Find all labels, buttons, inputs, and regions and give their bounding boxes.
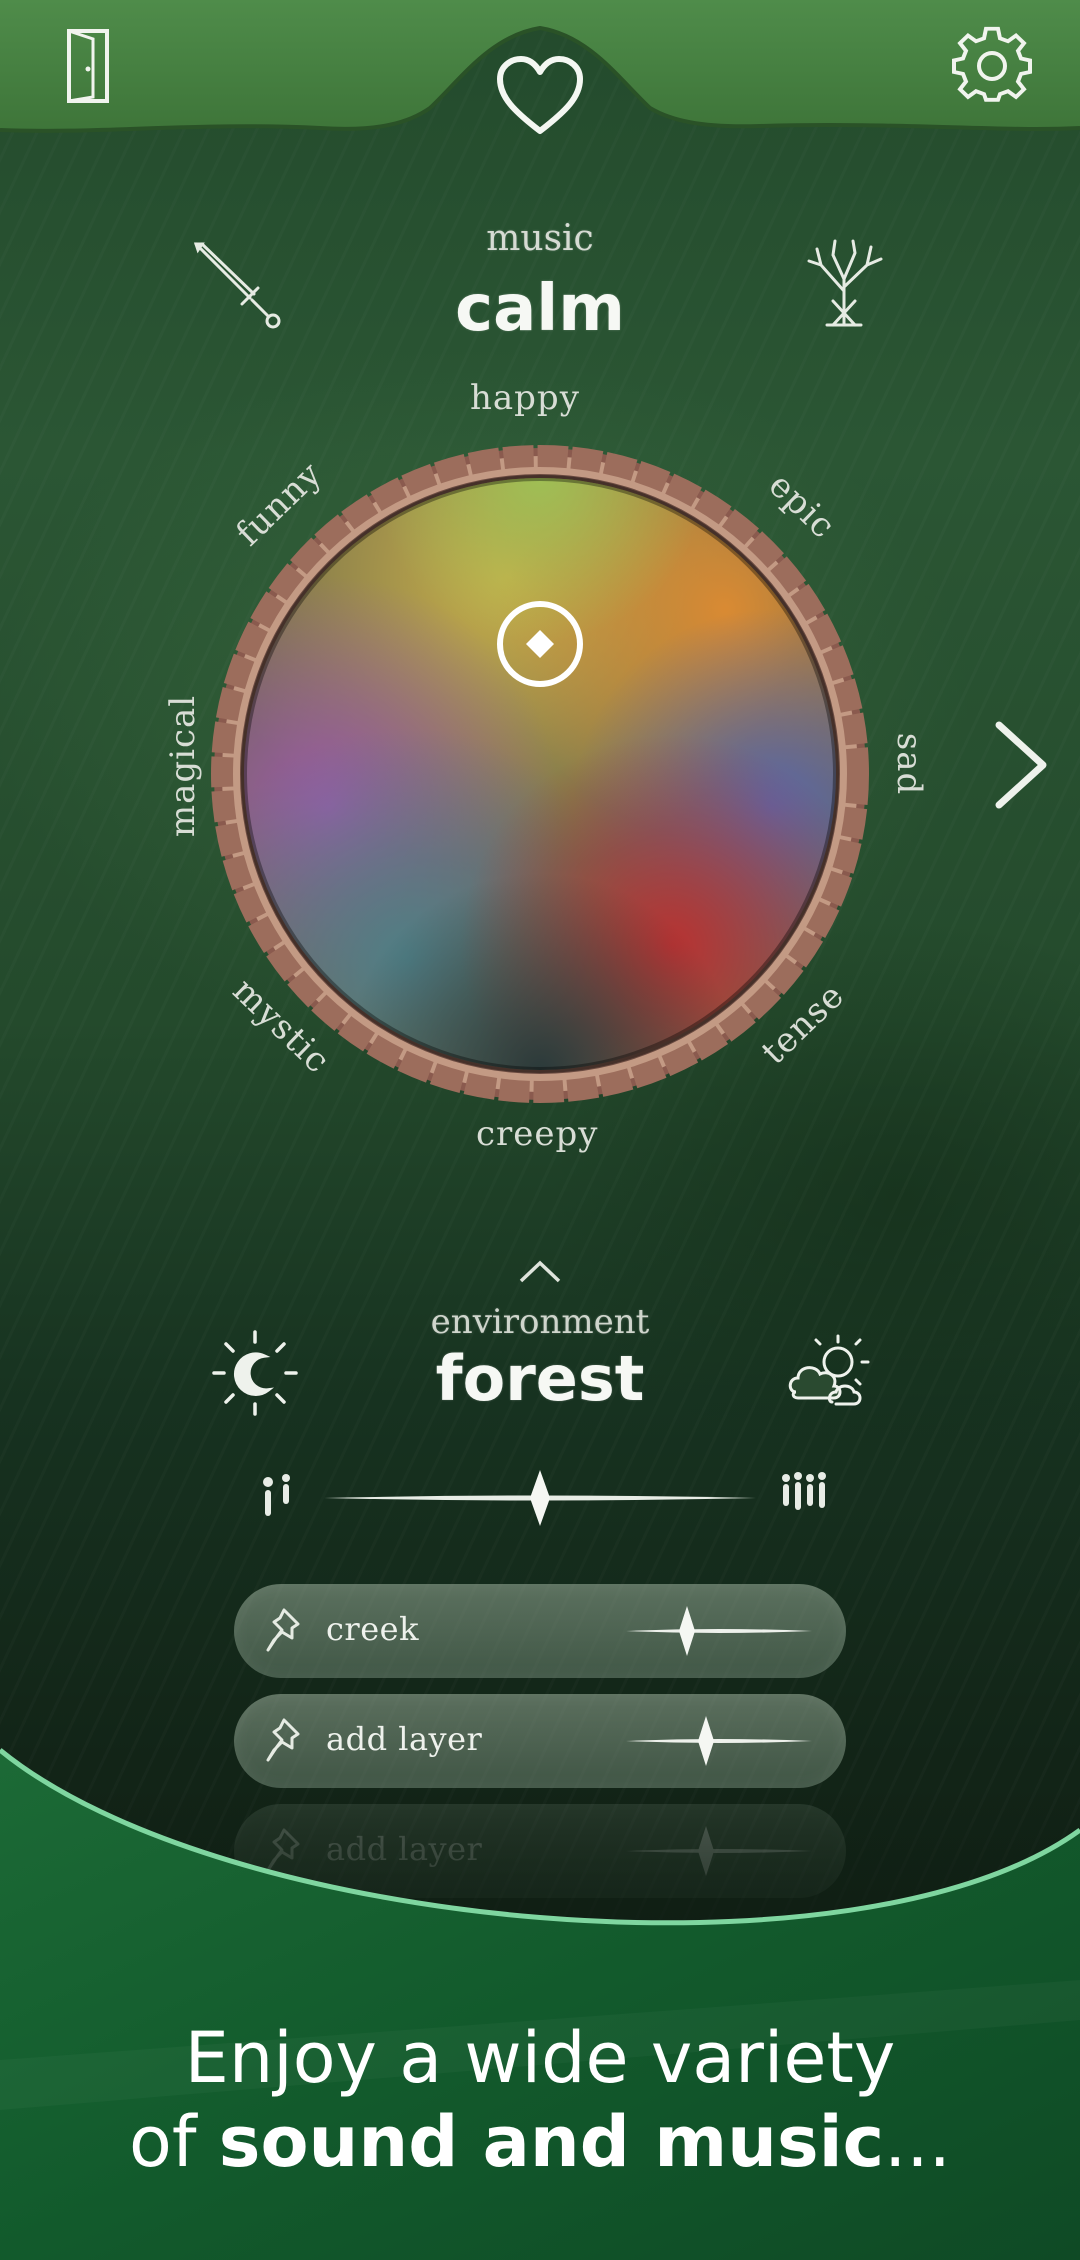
chevron-right-icon [995,721,1047,809]
intensity-low-icon [263,1474,290,1516]
music-current-mood: calm [455,272,625,346]
day-night-icon [212,1330,298,1416]
layer-pill[interactable]: add layer [234,1694,846,1788]
layer-volume-thumb[interactable] [696,1826,716,1876]
nature-category-button[interactable] [794,232,894,332]
gear-icon [952,26,1032,102]
layer-volume-thumb[interactable] [677,1606,697,1656]
mood-cursor[interactable] [494,598,586,690]
tagline-line2-suffix: ... [884,2101,951,2183]
settings-button[interactable] [950,24,1034,108]
tagline-line1: Enjoy a wide variety [184,2017,896,2099]
layer-label: add layer [326,1720,483,1758]
chevron-up-icon [519,1260,561,1283]
layer-pill[interactable]: add layer [234,1804,846,1898]
weather-icon [788,1334,870,1406]
mood-label-happy[interactable]: happy [470,378,580,418]
environment-section-label: environment [430,1302,650,1342]
tagline-line2-prefix: of [129,2101,219,2183]
tagline-line2: of sound and music... [0,2098,1080,2186]
sword-icon [193,242,281,329]
intensity-high-icon [782,1472,826,1510]
layer-label: add layer [326,1830,483,1868]
layer-label: creek [326,1610,419,1648]
layer-volume-thumb[interactable] [696,1716,716,1766]
intensity-slider-thumb[interactable] [528,1470,552,1526]
app-screen: music calm happy epic sad tense creepy m… [0,0,1080,2260]
heart-icon [497,56,583,134]
pin-icon[interactable] [262,1716,306,1766]
mood-label-sad[interactable]: sad [889,733,929,795]
next-button[interactable] [986,710,1056,820]
mood-label-creepy[interactable]: creepy [476,1114,599,1154]
pin-icon[interactable] [262,1826,306,1876]
music-section-label: music [486,218,594,259]
environment-current: forest [435,1342,645,1415]
door-icon [67,29,109,103]
tagline-line2-bold: sound and music [218,2101,885,2183]
time-of-day-button[interactable] [208,1326,302,1420]
layer-volume-slider[interactable] [624,1606,814,1656]
layer-volume-slider[interactable] [624,1826,814,1876]
favorite-button[interactable] [490,50,590,140]
layer-volume-slider[interactable] [624,1716,814,1766]
layer-pill[interactable]: creek [234,1584,846,1678]
weather-button[interactable] [780,1326,874,1420]
combat-category-button[interactable] [186,236,290,340]
collapse-button[interactable] [514,1254,566,1288]
exit-button[interactable] [58,26,118,106]
tree-icon [807,239,883,327]
intensity-slider[interactable] [322,1470,758,1526]
pin-icon[interactable] [262,1606,306,1656]
mood-label-magical[interactable]: magical [163,695,203,837]
mood-wheel[interactable] [210,444,870,1104]
